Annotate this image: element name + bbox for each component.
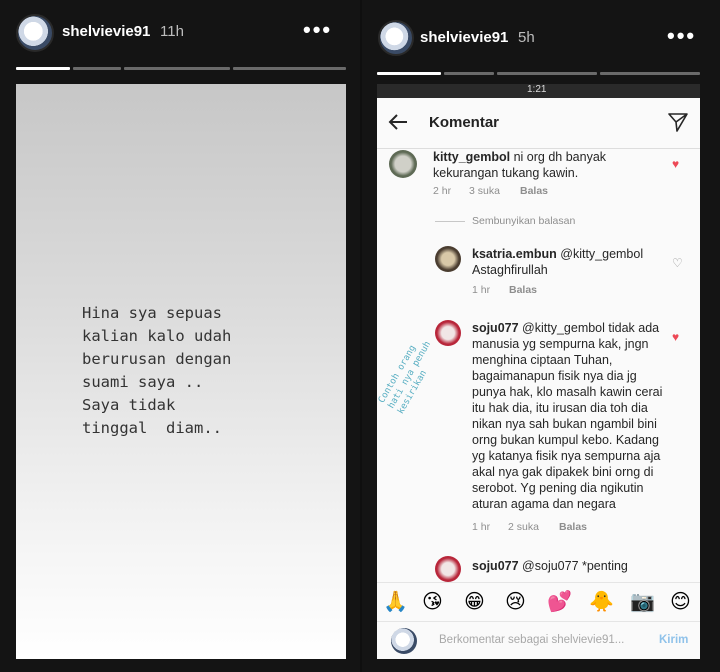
commenter-avatar[interactable] [435, 246, 461, 272]
reply-button[interactable]: Balas [559, 521, 587, 533]
comment-username[interactable]: soju077 [472, 321, 519, 335]
comment-text: soju077 @kitty_gembol tidak ada manusia … [472, 320, 668, 512]
progress-segment-3 [124, 67, 230, 70]
comment-text: ksatria.embun @kitty_gembol Astaghfirull… [472, 246, 672, 278]
comment-username[interactable]: kitty_gembol [433, 150, 510, 164]
commenter-avatar[interactable] [435, 320, 461, 346]
progress-segment-1 [16, 67, 70, 70]
back-arrow-icon[interactable] [385, 108, 413, 136]
commenter-avatar[interactable] [389, 150, 417, 178]
reply-button[interactable]: Balas [509, 284, 537, 296]
smile-emoji-icon[interactable]: 😊 [670, 589, 691, 613]
comment-text: kitty_gembol ni org dh banyak kekurangan… [433, 149, 643, 181]
status-bar: 1:21 [377, 84, 700, 98]
heart-icon[interactable]: ♡ [672, 256, 683, 270]
more-options-icon[interactable]: ••• [667, 23, 696, 49]
comment-likes[interactable]: 3 suka [469, 185, 500, 197]
hearts-emoji-icon[interactable]: 💕 [547, 589, 572, 613]
story-time: 5h [518, 29, 535, 46]
story-text: Hina sya sepuas kalian kalo udah berurus… [82, 304, 232, 437]
camera-emoji-icon[interactable]: 📷 [630, 589, 655, 613]
hide-replies-button[interactable]: Sembunyikan balasan [472, 215, 575, 227]
avatar[interactable] [16, 14, 54, 52]
comment-text: soju077 @soju077 *penting [472, 558, 672, 574]
chick-emoji-icon[interactable]: 🐥 [589, 589, 614, 613]
progress-segment-2 [444, 72, 494, 75]
comment-input-bar: Berkomentar sebagai shelvievie91... Kiri… [377, 621, 700, 659]
comment-likes[interactable]: 2 suka [508, 521, 539, 533]
avatar [391, 628, 417, 654]
comment-time: 1 hr [472, 521, 491, 533]
comment-time: 1 hr [472, 284, 491, 296]
comment-body: @soju077 *penting [522, 559, 628, 573]
story-username[interactable]: shelvievie91 [420, 29, 508, 46]
comment-body: @kitty_gembol tidak ada manusia yg sempu… [472, 321, 663, 511]
story-username[interactable]: shelvievie91 [62, 23, 150, 40]
story-left-panel: shelvievie91 11h ••• Hina sya sepuas kal… [0, 0, 360, 672]
status-time: 1:21 [527, 84, 547, 95]
liked-heart-icon[interactable]: ♥ [672, 157, 679, 171]
commenter-avatar[interactable] [435, 556, 461, 582]
comments-header: Komentar [377, 98, 700, 149]
avatar[interactable] [378, 20, 414, 56]
post-button[interactable]: Kirim [659, 634, 688, 646]
comment-time: 2 hr [433, 185, 452, 197]
kiss-emoji-icon[interactable]: 😘 [422, 589, 443, 613]
liked-heart-icon[interactable]: ♥ [672, 330, 679, 344]
emoji-bar: 🙏 😘 😁 😢 💕 🐥 📷 😊 [377, 582, 700, 621]
more-options-icon[interactable]: ••• [303, 17, 332, 43]
comment-input[interactable]: Berkomentar sebagai shelvievie91... [439, 634, 624, 646]
progress-segment-2 [73, 67, 121, 70]
replies-divider [435, 221, 465, 222]
send-icon[interactable] [667, 111, 689, 133]
crying-emoji-icon[interactable]: 😢 [505, 589, 526, 613]
progress-segment-1 [377, 72, 441, 75]
story-time: 11h [160, 23, 184, 40]
page-title: Komentar [429, 114, 500, 131]
progress-segment-4 [600, 72, 700, 75]
progress-segment-3 [497, 72, 597, 75]
progress-segment-4 [233, 67, 346, 70]
comment-username[interactable]: ksatria.embun [472, 247, 557, 261]
comment-username[interactable]: soju077 [472, 559, 519, 573]
reply-button[interactable]: Balas [520, 185, 548, 197]
folded-hands-emoji-icon[interactable]: 🙏 [383, 589, 408, 613]
grin-emoji-icon[interactable]: 😁 [464, 589, 485, 613]
